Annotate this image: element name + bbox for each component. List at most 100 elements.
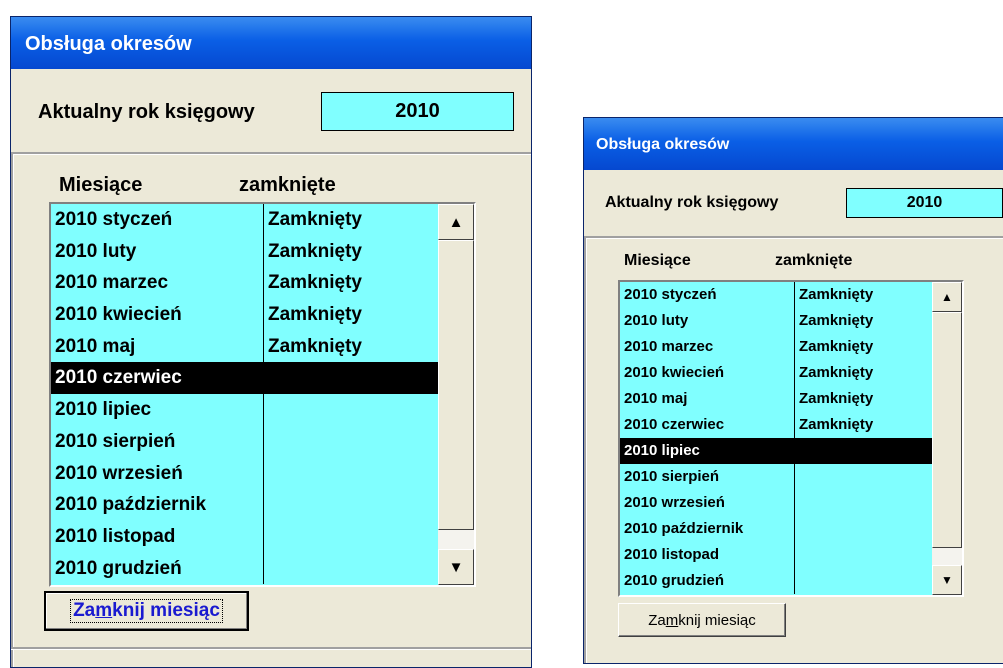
list-item[interactable]: 2010 sierpień: [51, 425, 440, 458]
status-cell: [795, 438, 932, 464]
month-cell: 2010 październik: [51, 489, 264, 521]
status-cell: Zamknięty: [268, 272, 362, 294]
month-cell: 2010 czerwiec: [51, 362, 264, 395]
list-item[interactable]: 2010 listopad: [51, 520, 440, 553]
list-item[interactable]: 2010 marzec Zamknięty: [620, 334, 932, 360]
list-item[interactable]: 2010 wrzesień: [51, 457, 440, 490]
list-item[interactable]: 2010 październik: [620, 516, 932, 542]
year-label: Aktualny rok księgowy: [605, 194, 779, 211]
scroll-down-button[interactable]: ▼: [932, 565, 962, 595]
list-item[interactable]: 2010 sierpień: [620, 464, 932, 490]
month-cell: 2010 maj: [620, 386, 795, 412]
month-cell: 2010 lipiec: [51, 394, 264, 426]
list-item[interactable]: 2010 listopad: [620, 542, 932, 568]
col-header-closed: zamknięte: [775, 252, 853, 269]
month-cell: 2010 marzec: [620, 334, 795, 360]
status-cell: Zamknięty: [799, 312, 874, 329]
month-cell: 2010 październik: [620, 516, 795, 542]
month-cell: 2010 kwiecień: [51, 299, 264, 331]
scroll-up-icon: ▲: [941, 290, 953, 304]
month-cell: 2010 marzec: [51, 267, 264, 300]
status-cell: [264, 362, 440, 394]
list-item[interactable]: 2010 kwiecień Zamknięty: [620, 360, 932, 386]
month-cell: 2010 lipiec: [620, 438, 795, 464]
right-window: Obsługa okresów Aktualny rok księgowy 20…: [583, 117, 1003, 664]
list-item[interactable]: 2010 luty Zamknięty: [51, 235, 440, 268]
month-cell: 2010 sierpień: [51, 425, 264, 458]
month-cell: 2010 wrzesień: [51, 457, 264, 490]
col-header-closed: zamknięte: [239, 174, 336, 196]
close-month-button[interactable]: Zamknij miesiąc: [618, 603, 786, 637]
status-cell: [795, 490, 932, 516]
list-item[interactable]: 2010 grudzień: [620, 568, 932, 594]
scroll-down-icon: ▼: [941, 573, 953, 587]
status-cell: Zamknięty: [268, 240, 362, 262]
scroll-thumb[interactable]: [438, 240, 474, 530]
col-header-months: Miesiące: [624, 252, 691, 269]
status-cell: Zamknięty: [799, 390, 874, 407]
status-cell: Zamknięty: [268, 209, 362, 230]
year-field[interactable]: 2010: [321, 92, 514, 131]
year-label: Aktualny rok księgowy: [38, 101, 255, 123]
window-title: Obsługa okresów: [584, 118, 1003, 170]
scroll-down-button[interactable]: ▼: [438, 549, 474, 585]
months-list[interactable]: 2010 styczeń Zamknięty 2010 luty Zamknięty 2…: [618, 280, 964, 597]
scrollbar[interactable]: ▲ ▼: [438, 204, 474, 585]
month-cell: 2010 maj: [51, 330, 264, 363]
scroll-up-icon: ▲: [448, 213, 464, 231]
status-cell: Zamknięty: [268, 304, 362, 326]
month-cell: 2010 kwiecień: [620, 360, 795, 386]
status-cell: Zamknięty: [799, 364, 874, 381]
status-cell: Zamknięty: [799, 416, 874, 433]
list-item[interactable]: 2010 styczeń Zamknięty: [620, 282, 932, 308]
left-window: Obsługa okresów Aktualny rok księgowy 20…: [10, 16, 532, 668]
scroll-thumb[interactable]: [932, 312, 962, 548]
status-cell: [795, 516, 932, 542]
separator: [11, 152, 531, 155]
status-cell: [264, 553, 440, 585]
separator: [11, 154, 14, 667]
status-cell: Zamknięty: [799, 286, 874, 303]
month-cell: 2010 listopad: [620, 542, 795, 568]
scroll-up-button[interactable]: ▲: [932, 282, 962, 312]
separator: [584, 236, 1003, 239]
status-cell: [795, 464, 932, 490]
month-cell: 2010 listopad: [51, 520, 264, 553]
status-cell: [795, 568, 932, 594]
status-cell: [264, 458, 440, 490]
status-cell: [264, 521, 440, 553]
scroll-up-button[interactable]: ▲: [438, 204, 474, 240]
status-cell: [264, 394, 440, 426]
list-item[interactable]: 2010 kwiecień Zamknięty: [51, 299, 440, 331]
list-item[interactable]: 2010 styczeń Zamknięty: [51, 204, 440, 236]
month-cell: 2010 wrzesień: [620, 490, 795, 516]
col-header-months: Miesiące: [59, 174, 143, 196]
month-cell: 2010 styczeń: [620, 282, 795, 308]
months-list[interactable]: 2010 styczeń Zamknięty 2010 luty Zamknięty 2…: [49, 202, 476, 587]
list-item[interactable]: 2010 październik: [51, 489, 440, 521]
month-cell: 2010 sierpień: [620, 464, 795, 490]
list-item[interactable]: 2010 wrzesień: [620, 490, 932, 516]
list-item[interactable]: 2010 marzec Zamknięty: [51, 267, 440, 300]
window-title: Obsługa okresów: [11, 17, 531, 69]
list-item[interactable]: 2010 maj Zamknięty: [620, 386, 932, 412]
status-cell: Zamknięty: [799, 338, 874, 355]
list-item[interactable]: 2010 czerwiec Zamknięty: [620, 412, 932, 438]
month-cell: 2010 czerwiec: [620, 412, 795, 438]
list-item[interactable]: 2010 maj Zamknięty: [51, 330, 440, 363]
month-cell: 2010 grudzień: [51, 552, 264, 585]
list-item[interactable]: 2010 luty Zamknięty: [620, 308, 932, 334]
year-field[interactable]: 2010: [846, 188, 1003, 218]
list-item[interactable]: 2010 lipiec: [51, 394, 440, 426]
close-month-button[interactable]: Zamknij miesiąc: [44, 591, 249, 631]
scroll-down-icon: ▼: [448, 558, 464, 576]
separator: [584, 238, 587, 663]
scrollbar[interactable]: ▲ ▼: [932, 282, 962, 595]
list-item[interactable]: 2010 czerwiec: [51, 362, 440, 395]
status-cell: Zamknięty: [268, 335, 362, 357]
list-item[interactable]: 2010 grudzień: [51, 552, 440, 585]
separator: [11, 647, 531, 650]
list-item[interactable]: 2010 lipiec: [620, 438, 932, 464]
status-cell: [264, 426, 440, 458]
month-cell: 2010 luty: [620, 308, 795, 334]
